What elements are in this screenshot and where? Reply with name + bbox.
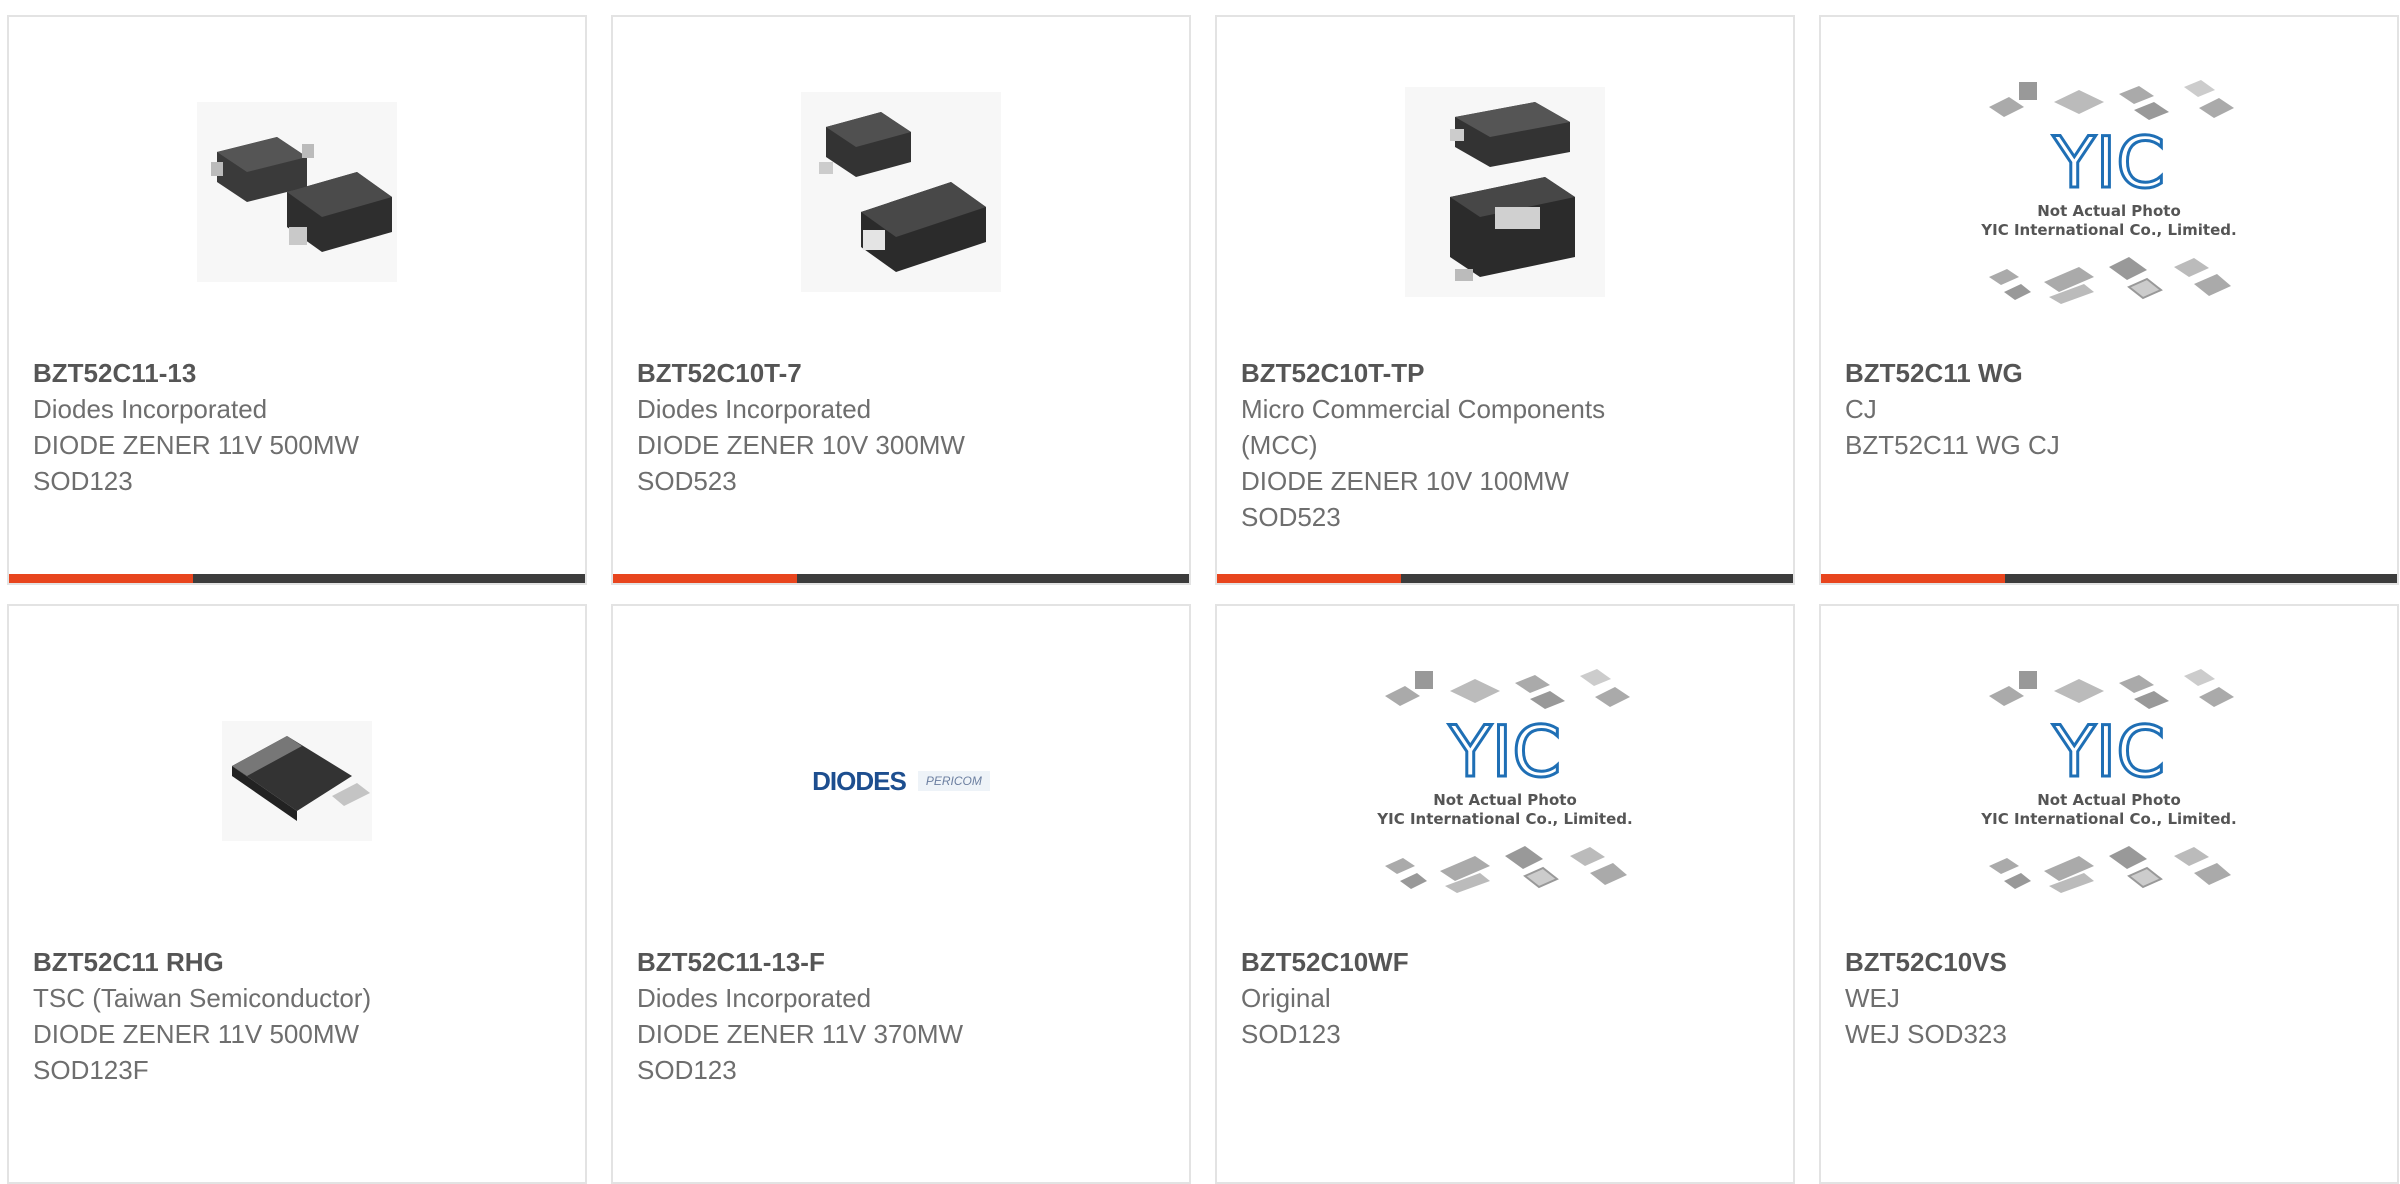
product-image[interactable]: [9, 666, 585, 896]
manufacturer-abbrev: (MCC): [1241, 430, 1318, 460]
description: DIODE ZENER 10V 100MW: [1241, 466, 1569, 496]
placeholder-company: YIC International Co., Limited.: [1981, 810, 2237, 828]
sod523-stack-photo-icon: [1405, 87, 1605, 297]
manufacturer: CJ: [1845, 394, 1877, 424]
placeholder-company: YIC International Co., Limited.: [1377, 810, 1633, 828]
product-card[interactable]: BZT52C11 RHG TSC (Taiwan Semiconductor) …: [7, 604, 587, 1184]
product-image[interactable]: [9, 77, 585, 307]
product-image[interactable]: YIC Not Actual Photo YIC International C…: [1217, 666, 1793, 896]
placeholder-note: Not Actual Photo: [2037, 791, 2181, 809]
card-bottom-bar: [613, 574, 1189, 583]
part-number[interactable]: BZT52C10VS: [1845, 944, 2365, 980]
pericom-logo-text: PERICOM: [917, 771, 990, 791]
manufacturer: Original: [1241, 983, 1331, 1013]
yic-logo-text: YIC: [1448, 711, 1561, 793]
sod523-pair-photo-icon: [801, 92, 1001, 292]
product-image[interactable]: YIC Not Actual Photo YIC International C…: [1821, 666, 2397, 896]
product-card[interactable]: YIC Not Actual Photo YIC International C…: [1215, 604, 1795, 1184]
manufacturer: Diodes Incorporated: [637, 394, 872, 424]
product-info: BZT52C10T-TP Micro Commercial Components…: [1241, 355, 1761, 535]
sod123-pair-photo-icon: [197, 102, 397, 282]
product-info: BZT52C10T-7 Diodes Incorporated DIODE ZE…: [637, 355, 1157, 499]
product-grid: BZT52C11-13 Diodes Incorporated DIODE ZE…: [0, 0, 2400, 1184]
product-info: BZT52C11-13 Diodes Incorporated DIODE ZE…: [33, 355, 553, 499]
diodes-pericom-logo: DIODES PERICOM: [812, 766, 990, 797]
product-info: BZT52C11 WG CJ BZT52C11 WG CJ: [1845, 355, 2365, 463]
yic-placeholder-image: YIC Not Actual Photo YIC International C…: [1365, 661, 1645, 901]
package: SOD123: [1241, 1019, 1341, 1049]
product-card[interactable]: BZT52C11-13 Diodes Incorporated DIODE ZE…: [7, 15, 587, 585]
part-number[interactable]: BZT52C11 RHG: [33, 944, 553, 980]
package: SOD523: [1241, 502, 1341, 532]
description: DIODE ZENER 11V 370MW: [637, 1019, 964, 1049]
package: WEJ SOD323: [1845, 1019, 2007, 1049]
part-number[interactable]: BZT52C11 WG: [1845, 355, 2365, 391]
yic-logo-text: YIC: [2052, 711, 2165, 793]
product-card[interactable]: BZT52C10T-7 Diodes Incorporated DIODE ZE…: [611, 15, 1191, 585]
card-bottom-bar: [9, 574, 585, 583]
product-card[interactable]: DIODES PERICOM BZT52C11-13-F Diodes Inco…: [611, 604, 1191, 1184]
description: DIODE ZENER 10V 300MW: [637, 430, 965, 460]
placeholder-note: Not Actual Photo: [2037, 202, 2181, 220]
card-bottom-bar: [1821, 574, 2397, 583]
yic-logo-text: YIC: [2052, 122, 2165, 204]
part-number[interactable]: BZT52C10WF: [1241, 944, 1761, 980]
chip-collage-icon: YIC: [1989, 669, 2234, 893]
yic-placeholder-image: YIC Not Actual Photo YIC International C…: [1969, 72, 2249, 312]
card-accent-bar: [613, 574, 797, 583]
yic-placeholder-image: YIC Not Actual Photo YIC International C…: [1969, 661, 2249, 901]
product-card[interactable]: YIC Not Actual Photo YIC International C…: [1819, 15, 2399, 585]
package: SOD123F: [33, 1055, 149, 1085]
part-number[interactable]: BZT52C11-13-F: [637, 944, 1157, 980]
part-number[interactable]: BZT52C10T-TP: [1241, 355, 1761, 391]
product-image[interactable]: [1217, 77, 1793, 307]
part-number[interactable]: BZT52C10T-7: [637, 355, 1157, 391]
product-image[interactable]: [613, 77, 1189, 307]
card-accent-bar: [1217, 574, 1401, 583]
card-accent-bar: [9, 574, 193, 583]
product-image[interactable]: DIODES PERICOM: [613, 666, 1189, 896]
chip-collage-icon: YIC: [1385, 669, 1630, 893]
card-bottom-bar: [1217, 574, 1793, 583]
product-image[interactable]: YIC Not Actual Photo YIC International C…: [1821, 77, 2397, 307]
package: SOD523: [637, 466, 737, 496]
manufacturer: TSC (Taiwan Semiconductor): [33, 983, 372, 1013]
product-info: BZT52C10VS WEJ WEJ SOD323: [1845, 944, 2365, 1052]
part-number[interactable]: BZT52C11-13: [33, 355, 553, 391]
description: BZT52C11 WG CJ: [1845, 430, 2060, 460]
package: SOD123: [33, 466, 133, 496]
product-info: BZT52C11 RHG TSC (Taiwan Semiconductor) …: [33, 944, 553, 1088]
manufacturer: WEJ: [1845, 983, 1900, 1013]
product-info: BZT52C11-13-F Diodes Incorporated DIODE …: [637, 944, 1157, 1088]
manufacturer: Micro Commercial Components: [1241, 394, 1606, 424]
placeholder-company: YIC International Co., Limited.: [1981, 221, 2237, 239]
description: DIODE ZENER 11V 500MW: [33, 430, 360, 460]
product-card[interactable]: YIC Not Actual Photo YIC International C…: [1819, 604, 2399, 1184]
manufacturer: Diodes Incorporated: [33, 394, 268, 424]
product-card[interactable]: BZT52C10T-TP Micro Commercial Components…: [1215, 15, 1795, 585]
package: SOD123: [637, 1055, 737, 1085]
manufacturer: Diodes Incorporated: [637, 983, 872, 1013]
card-accent-bar: [1821, 574, 2005, 583]
sod123f-photo-icon: [222, 721, 372, 841]
description: DIODE ZENER 11V 500MW: [33, 1019, 360, 1049]
diodes-logo-text: DIODES: [812, 765, 907, 796]
placeholder-note: Not Actual Photo: [1433, 791, 1577, 809]
chip-collage-icon: YIC: [1989, 80, 2234, 304]
product-info: BZT52C10WF Original SOD123: [1241, 944, 1761, 1052]
